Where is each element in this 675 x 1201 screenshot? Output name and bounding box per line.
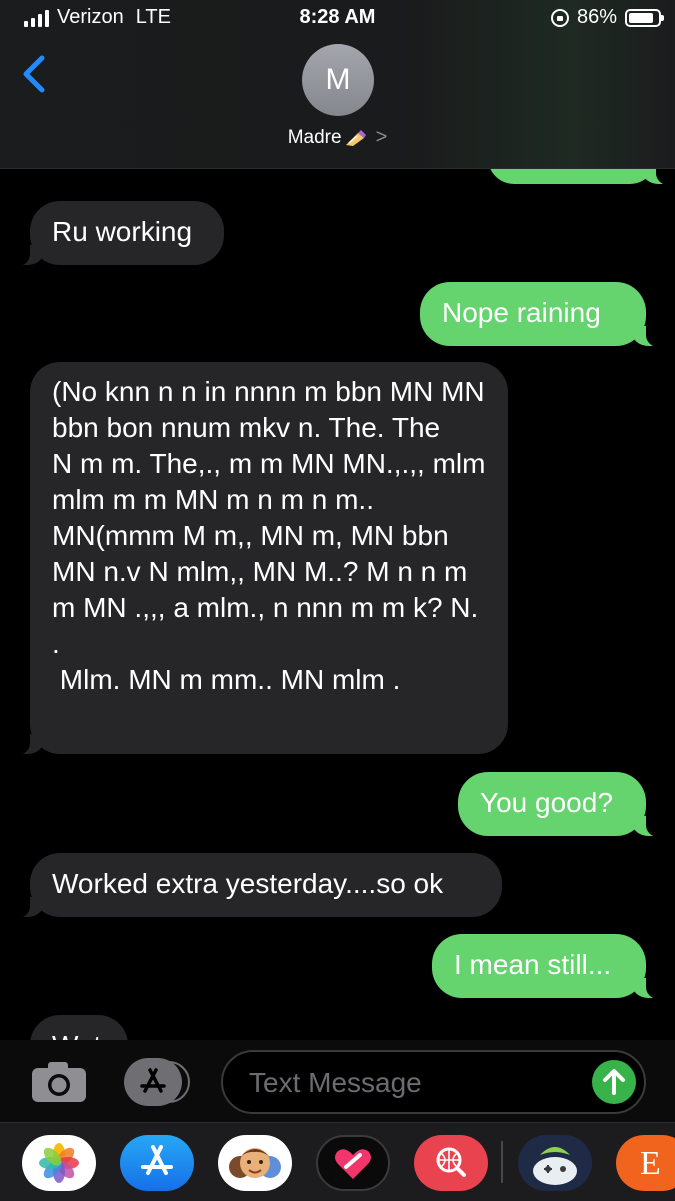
drawer-divider [501,1141,503,1183]
contact-name: Madre [287,127,342,148]
avatar-initial: M [325,63,351,96]
status-bar: Verizon LTE 8:28 AM 86% [0,0,675,38]
etsy-icon: E [640,1145,661,1182]
arrow-up-icon [603,1069,625,1095]
memoji-icon [229,1148,281,1178]
memoji-app-button[interactable] [218,1135,292,1191]
game-pigeon-app-button[interactable] [518,1135,592,1191]
message-bubble-incoming[interactable]: Worked extra yesterday....so ok [16,853,502,918]
digital-touch-icon [335,1149,371,1179]
message-text: Worked extra yesterday....so ok [52,868,444,899]
message-text: (No knn n n in nnnn m bbn MN MN bbn bon … [52,376,486,695]
images-search-app-button[interactable] [414,1135,488,1191]
message-text: Wut [52,1030,101,1040]
avatar[interactable]: M [302,44,374,116]
nail-polish-icon [345,129,366,146]
chevron-right-icon: > [375,126,388,148]
app-store-app-button[interactable] [120,1135,194,1191]
message-text: Nope raining [442,297,601,328]
photos-icon [39,1143,79,1183]
rotation-lock-icon [550,8,569,27]
app-drawer: E [0,1122,675,1201]
battery-icon [625,8,664,27]
camera-button[interactable] [30,1060,88,1104]
message-bubble-incoming[interactable]: Ru working [16,201,224,266]
message-bubble-outgoing[interactable]: You good? [458,772,660,837]
message-text: Ru working [52,216,193,247]
back-button[interactable] [18,52,54,96]
send-button[interactable] [592,1060,636,1104]
camera-icon [32,1062,86,1102]
contact-name-button[interactable]: Madre > [0,126,675,149]
message-text: You good? [480,787,613,818]
message-bubble-outgoing[interactable]: I mean still... [432,934,660,999]
compose-bar [0,1040,675,1122]
message-input[interactable] [247,1062,581,1104]
chevron-left-icon [23,55,45,93]
battery-percent: 86% [576,6,617,28]
images-search-icon [436,1147,466,1177]
app-store-icon [140,1068,166,1093]
status-right: 86% [550,6,664,29]
message-bubble-incoming[interactable]: Wut [30,1015,128,1040]
message-bubble-incoming[interactable]: (No knn n n in nnnn m bbn MN MN bbn bon … [16,362,508,755]
message-thread[interactable]: Ru working Nope raining (No knn n n in n… [0,168,675,1040]
message-bubble-outgoing[interactable]: Nope raining [420,282,660,347]
game-pigeon-icon [533,1147,577,1185]
digital-touch-app-button[interactable] [316,1135,390,1191]
message-bubble-outgoing[interactable] [488,168,670,185]
apps-button[interactable] [124,1058,190,1106]
photos-app-button[interactable] [22,1135,96,1191]
message-field[interactable] [221,1050,646,1114]
app-store-icon [141,1145,173,1175]
etsy-app-button[interactable]: E [616,1135,675,1191]
message-text: I mean still... [454,949,612,980]
